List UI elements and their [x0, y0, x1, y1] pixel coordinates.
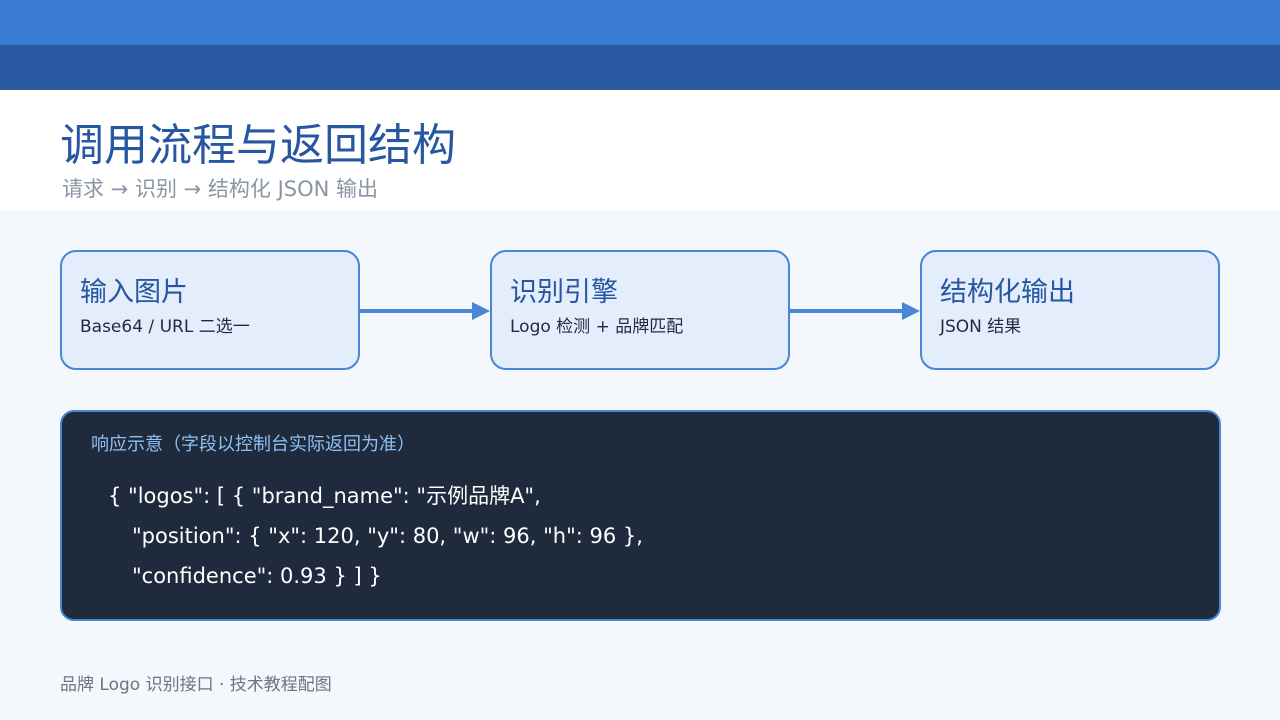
- stage-description: JSON 结果: [940, 317, 1022, 337]
- footer-caption: 品牌 Logo 识别接口 · 技术教程配图: [60, 675, 332, 695]
- arrowhead-input-to-engine: [472, 302, 490, 320]
- code-line: "confidence": 0.93 } ] }: [132, 564, 382, 588]
- stage-title: 输入图片: [80, 277, 188, 308]
- response-code-panel: 响应示意（字段以控制台实际返回为准） { "logos": [ { "brand…: [60, 410, 1221, 621]
- stage-title: 结构化输出: [940, 277, 1075, 308]
- stage-input-image: 输入图片 Base64 / URL 二选一: [60, 250, 360, 370]
- stage-description: Logo 检测 + 品牌匹配: [510, 317, 684, 337]
- code-caption: 响应示意（字段以控制台实际返回为准）: [91, 434, 415, 455]
- code-line: { "logos": [ { "brand_name": "示例品牌A",: [108, 484, 541, 508]
- code-line: "position": { "x": 120, "y": 80, "w": 96…: [132, 524, 643, 548]
- stage-recognition-engine: 识别引擎 Logo 检测 + 品牌匹配: [490, 250, 790, 370]
- stage-title: 识别引擎: [510, 277, 618, 308]
- stage-description: Base64 / URL 二选一: [80, 317, 250, 337]
- arrowhead-engine-to-output: [902, 302, 920, 320]
- stage-structured-output: 结构化输出 JSON 结果: [920, 250, 1220, 370]
